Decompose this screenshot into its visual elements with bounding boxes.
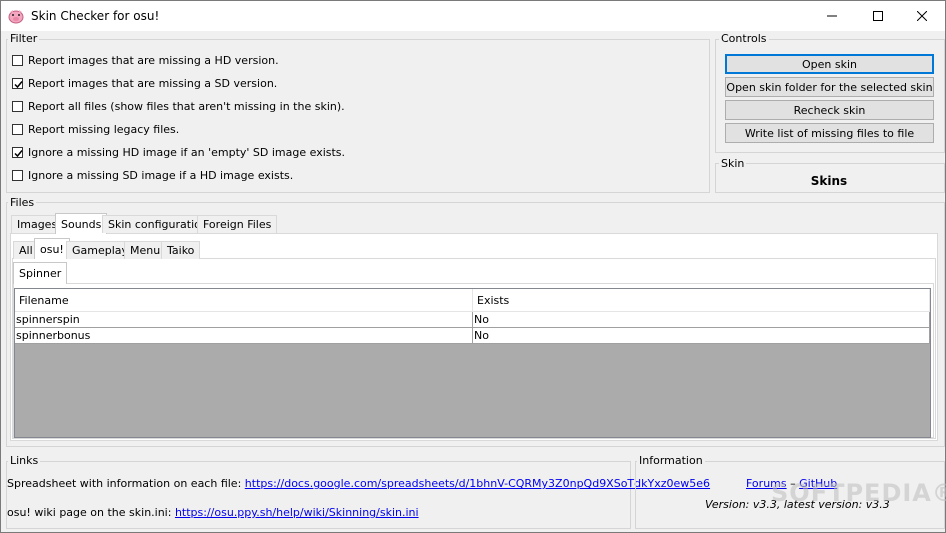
files-label: Files: [8, 196, 37, 209]
filter-option[interactable]: Report images that are missing a HD vers…: [12, 52, 279, 68]
filter-option-label: Report images that are missing a SD vers…: [28, 76, 278, 90]
minimize-button[interactable]: [809, 1, 855, 31]
table-cell-filename[interactable]: spinnerbonus: [15, 328, 473, 344]
links-label: Links: [8, 454, 41, 467]
open-skin-folder-button[interactable]: Open skin folder for the selected skin: [725, 77, 934, 97]
filter-option-label: Report missing legacy files.: [28, 122, 180, 136]
wiki-link[interactable]: https://osu.ppy.sh/help/wiki/Skinning/sk…: [175, 506, 419, 519]
maximize-button[interactable]: [855, 1, 901, 31]
information-label: Information: [637, 454, 705, 467]
controls-label: Controls: [719, 32, 769, 45]
filter-option-label: Ignore a missing SD image if a HD image …: [28, 168, 294, 182]
subtab-osu[interactable]: osu!: [34, 238, 70, 259]
checkbox-icon[interactable]: [12, 169, 23, 181]
title-bar: Skin Checker for osu!: [1, 1, 945, 31]
column-header-exists[interactable]: Exists: [473, 289, 930, 312]
table-cell-filename[interactable]: spinnerspin: [15, 312, 473, 328]
osu-pig-icon: [8, 8, 24, 24]
app-window: Skin Checker for osu! Filter Report imag…: [0, 0, 946, 533]
checkbox-icon[interactable]: [12, 54, 23, 66]
filter-option[interactable]: Report missing legacy files.: [12, 121, 179, 137]
filter-label: Filter: [8, 32, 40, 45]
subtab-menu[interactable]: Menu: [124, 241, 167, 259]
table-cell-exists[interactable]: No: [473, 328, 930, 344]
close-button[interactable]: [899, 1, 945, 31]
tab-sounds[interactable]: Sounds: [55, 213, 108, 234]
subtab-taiko[interactable]: Taiko: [161, 241, 201, 259]
filter-option[interactable]: Ignore a missing HD image if an 'empty' …: [12, 144, 345, 160]
filter-option-label: Report images that are missing a HD vers…: [28, 53, 279, 67]
spreadsheet-line: Spreadsheet with information on each fil…: [7, 477, 710, 490]
tab-foreign-files[interactable]: Foreign Files: [197, 215, 278, 233]
subtab-spinner[interactable]: Spinner: [13, 262, 68, 284]
table-cell-exists[interactable]: No: [473, 312, 930, 328]
checkbox-icon[interactable]: [12, 100, 23, 112]
filter-option-label: Report all files (show files that aren't…: [28, 99, 345, 113]
watermark: SOFTPEDIA®: [771, 479, 946, 507]
write-missing-list-button[interactable]: Write list of missing files to file: [725, 123, 934, 143]
window-title: Skin Checker for osu!: [31, 9, 160, 23]
checkbox-checked-icon[interactable]: [12, 77, 23, 89]
open-skin-button[interactable]: Open skin: [725, 54, 934, 74]
column-header-filename[interactable]: Filename: [15, 289, 473, 312]
skin-name: Skins: [810, 174, 848, 188]
spreadsheet-text: Spreadsheet with information on each fil…: [7, 477, 245, 490]
filter-option[interactable]: Report all files (show files that aren't…: [12, 98, 345, 114]
recheck-skin-button[interactable]: Recheck skin: [725, 100, 934, 120]
checkbox-checked-icon[interactable]: [12, 146, 23, 158]
filter-option-label: Ignore a missing HD image if an 'empty' …: [28, 145, 346, 159]
checkbox-icon[interactable]: [12, 123, 23, 135]
wiki-text: osu! wiki page on the skin.ini:: [7, 506, 175, 519]
filter-option[interactable]: Report images that are missing a SD vers…: [12, 75, 277, 91]
skin-label: Skin: [719, 157, 747, 170]
filter-option[interactable]: Ignore a missing SD image if a HD image …: [12, 167, 293, 183]
wiki-line: osu! wiki page on the skin.ini: https://…: [7, 506, 419, 519]
files-grid[interactable]: Filename Exists spinnerspin No spinnerbo…: [14, 288, 931, 438]
